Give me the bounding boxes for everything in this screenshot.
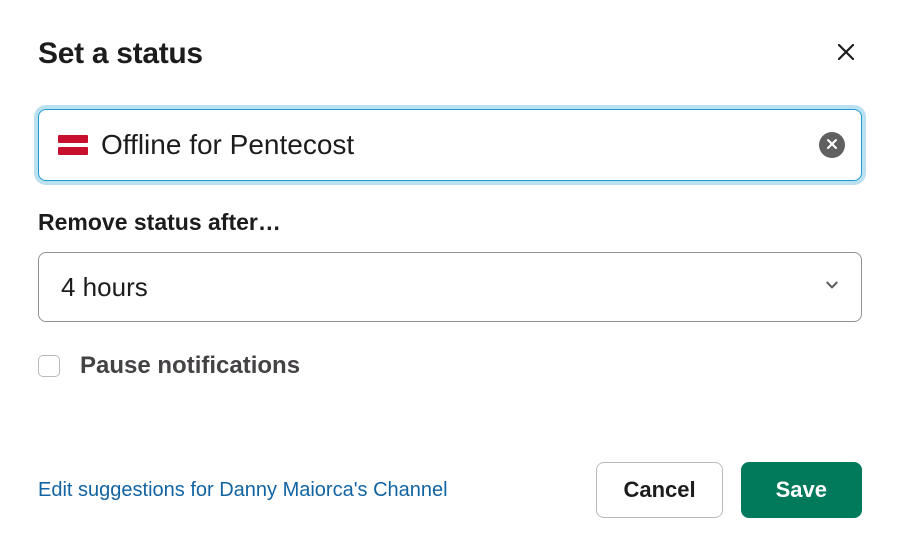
chevron-down-icon bbox=[825, 278, 839, 297]
pause-notifications-row: Pause notifications bbox=[38, 352, 862, 380]
dialog-title: Set a status bbox=[38, 37, 203, 71]
clear-status-button[interactable] bbox=[819, 132, 845, 158]
dialog-footer: Edit suggestions for Danny Maiorca's Cha… bbox=[38, 462, 862, 518]
status-input-container bbox=[38, 109, 862, 181]
dialog-header: Set a status bbox=[38, 36, 862, 71]
edit-suggestions-link[interactable]: Edit suggestions for Danny Maiorca's Cha… bbox=[38, 479, 448, 502]
cancel-button[interactable]: Cancel bbox=[596, 462, 722, 518]
status-text-input[interactable] bbox=[101, 129, 819, 161]
flag-denmark-icon bbox=[58, 134, 88, 156]
pause-notifications-label: Pause notifications bbox=[80, 352, 300, 380]
status-emoji-button[interactable] bbox=[55, 127, 91, 163]
remove-after-value: 4 hours bbox=[61, 272, 148, 303]
footer-buttons: Cancel Save bbox=[596, 462, 862, 518]
close-button[interactable] bbox=[830, 36, 862, 71]
remove-after-label: Remove status after… bbox=[38, 209, 862, 236]
clear-icon bbox=[826, 138, 838, 153]
close-icon bbox=[834, 40, 858, 67]
remove-after-select[interactable]: 4 hours bbox=[38, 252, 862, 322]
save-button[interactable]: Save bbox=[741, 462, 862, 518]
pause-notifications-checkbox[interactable] bbox=[38, 355, 60, 377]
